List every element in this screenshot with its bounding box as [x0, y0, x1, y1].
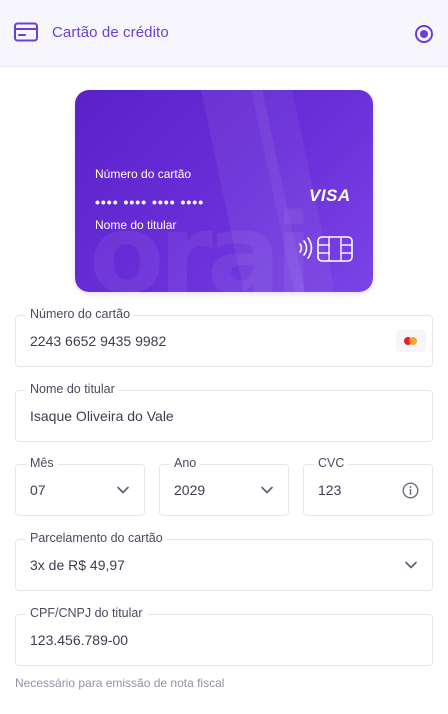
- year-field-label: Ano: [170, 456, 201, 470]
- installments-field-label: Parcelamento do cartão: [26, 531, 167, 545]
- chip-icon: [317, 236, 353, 262]
- month-field-label: Mês: [26, 456, 58, 470]
- card-holder-label: Nome do titular: [95, 218, 177, 232]
- card-number-field[interactable]: Número do cartão 2243 6652 9435 9982: [15, 307, 433, 367]
- installments-select[interactable]: Parcelamento do cartão 3x de R$ 49,97: [15, 531, 433, 591]
- contactless-icon: [299, 237, 313, 259]
- card-number-masked: •••• •••• •••• ••••: [95, 194, 205, 210]
- holder-name-field-label: Nome do titular: [26, 382, 119, 396]
- payment-method-header[interactable]: Cartão de crédito: [0, 0, 448, 67]
- credit-card-icon: [14, 22, 38, 42]
- cvc-field[interactable]: CVC 123: [303, 456, 433, 516]
- radio-selected-dot: [420, 30, 428, 38]
- holder-name-input[interactable]: Isaque Oliveira do Vale: [30, 408, 174, 424]
- month-select[interactable]: Mês 07: [15, 456, 145, 516]
- chevron-down-icon: [405, 561, 417, 569]
- card-preview: orai Número do cartão •••• •••• •••• •••…: [75, 90, 373, 292]
- document-hint: Necessário para emissão de nota fiscal: [15, 676, 225, 690]
- document-field-label: CPF/CNPJ do titular: [26, 606, 147, 620]
- card-number-label: Número do cartão: [95, 167, 192, 181]
- visa-logo: VISA: [309, 186, 351, 205]
- cvc-field-label: CVC: [314, 456, 349, 470]
- holder-name-field[interactable]: Nome do titular Isaque Oliveira do Vale: [15, 382, 433, 442]
- card-number-input[interactable]: 2243 6652 9435 9982: [30, 333, 166, 349]
- installments-value: 3x de R$ 49,97: [30, 557, 125, 573]
- info-icon[interactable]: [402, 482, 419, 499]
- chevron-down-icon: [117, 486, 129, 494]
- document-input[interactable]: 123.456.789-00: [30, 632, 128, 648]
- month-value: 07: [30, 482, 46, 498]
- card-number-field-label: Número do cartão: [26, 307, 135, 321]
- cvc-input[interactable]: 123: [318, 482, 341, 498]
- document-field[interactable]: CPF/CNPJ do titular 123.456.789-00: [15, 606, 433, 666]
- payment-method-radio[interactable]: [415, 25, 433, 43]
- chevron-down-icon: [261, 486, 273, 494]
- year-value: 2029: [174, 482, 206, 498]
- year-select[interactable]: Ano 2029: [159, 456, 289, 516]
- mastercard-icon: [396, 330, 426, 352]
- payment-method-title: Cartão de crédito: [52, 24, 169, 41]
